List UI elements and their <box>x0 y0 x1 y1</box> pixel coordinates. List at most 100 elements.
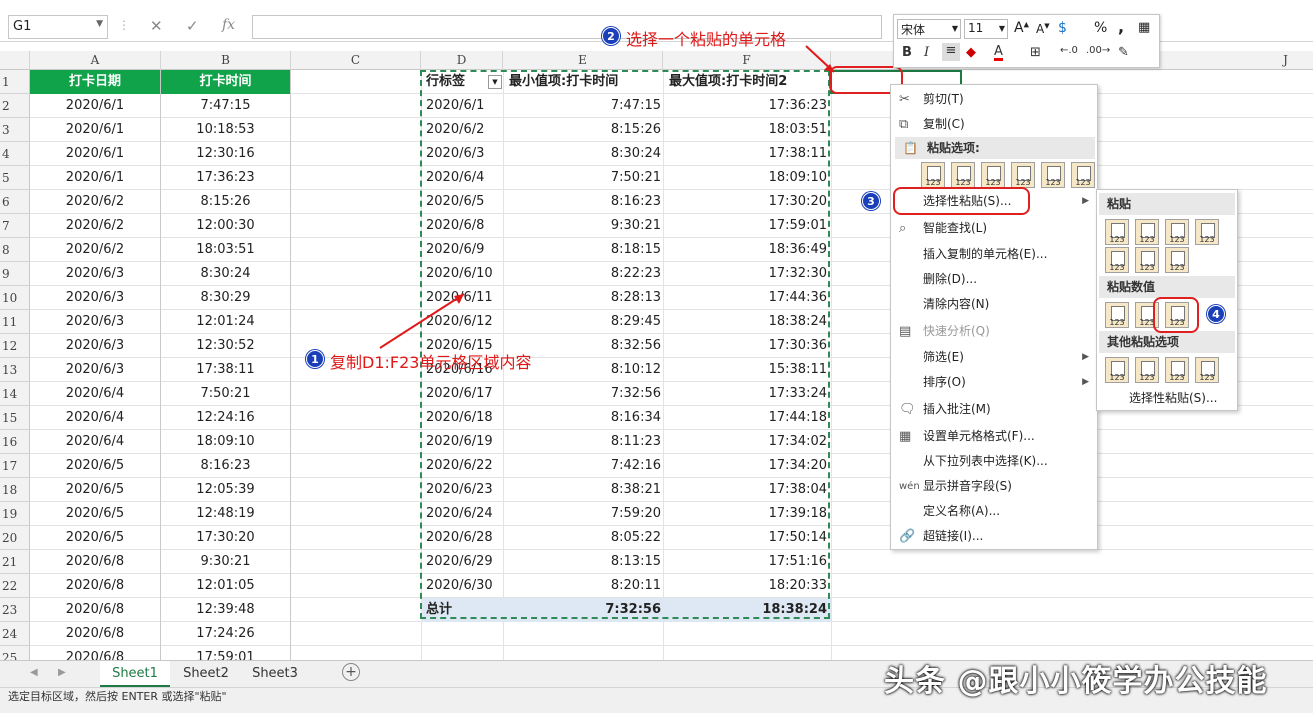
paste-link-icon[interactable]: 123 <box>1135 357 1159 383</box>
pivot-cell-date[interactable]: 2020/6/19 <box>423 430 503 454</box>
pivot-cell-max[interactable]: 17:34:02 <box>663 430 829 454</box>
cell-date[interactable]: 2020/6/3 <box>30 358 161 382</box>
pivot-cell-date[interactable]: 2020/6/11 <box>423 286 503 310</box>
row-header[interactable]: 6 <box>0 190 30 214</box>
row-header[interactable]: 13 <box>0 358 30 382</box>
pivot-cell-min[interactable]: 8:05:22 <box>503 526 663 550</box>
center-align-icon[interactable]: ≡ <box>942 43 960 61</box>
cell-time[interactable]: 8:30:29 <box>161 286 291 310</box>
pivot-cell-max[interactable]: 17:50:14 <box>663 526 829 550</box>
decrease-decimal-icon[interactable]: .00→ <box>1086 45 1110 56</box>
cell-time[interactable]: 8:16:23 <box>161 454 291 478</box>
pivot-cell-date[interactable]: 2020/6/3 <box>423 142 503 166</box>
row-header[interactable]: 18 <box>0 478 30 502</box>
pivot-cell-min[interactable]: 8:11:23 <box>503 430 663 454</box>
cell-date[interactable]: 2020/6/3 <box>30 310 161 334</box>
paste-picture-icon[interactable]: 123 <box>1165 357 1189 383</box>
format-painter-grid-icon[interactable]: ▦ <box>1138 20 1150 35</box>
row-header[interactable]: 9 <box>0 262 30 286</box>
pivot-cell-min[interactable]: 7:50:21 <box>503 166 663 190</box>
column-header-a[interactable]: A <box>30 51 161 70</box>
pivot-cell-date[interactable]: 2020/6/22 <box>423 454 503 478</box>
row-header[interactable]: 1 <box>0 70 30 94</box>
cell-date[interactable]: 2020/6/8 <box>30 598 161 622</box>
pivot-cell-date[interactable]: 2020/6/2 <box>423 118 503 142</box>
paste-linked-picture-icon[interactable]: 123 <box>1195 357 1219 383</box>
cell-date[interactable]: 2020/6/1 <box>30 142 161 166</box>
paste-col-widths-icon[interactable]: 123 <box>1135 247 1159 273</box>
menu-item-phonetic[interactable]: wén 显示拼音字段(S) <box>891 474 1097 499</box>
cell-time[interactable]: 17:59:01 <box>161 646 291 660</box>
cell-time[interactable]: 12:39:48 <box>161 598 291 622</box>
row-header[interactable]: 21 <box>0 550 30 574</box>
pivot-cell-date[interactable]: 2020/6/24 <box>423 502 503 526</box>
menu-item-pick-list[interactable]: 从下拉列表中选择(K)... <box>891 449 1097 474</box>
paste-keep-format-icon[interactable]: 123 <box>1195 219 1219 245</box>
pivot-cell-max[interactable]: 17:38:04 <box>663 478 829 502</box>
scroll-right-icon[interactable]: ▶ <box>58 667 66 678</box>
cell-date[interactable]: 2020/6/8 <box>30 646 161 660</box>
cell-date[interactable]: 2020/6/2 <box>30 238 161 262</box>
cell-date[interactable]: 2020/6/8 <box>30 622 161 646</box>
pivot-cell-max[interactable]: 18:36:49 <box>663 238 829 262</box>
row-header[interactable]: 4 <box>0 142 30 166</box>
cell-date[interactable]: 2020/6/4 <box>30 406 161 430</box>
chevron-down-icon[interactable]: ▼ <box>96 19 103 29</box>
column-header-e[interactable]: E <box>503 51 663 70</box>
row-header[interactable]: 8 <box>0 238 30 262</box>
paste-formulas-number-icon[interactable]: 123 <box>1165 219 1189 245</box>
font-size-select[interactable]: 11 ▼ <box>964 19 1008 39</box>
pivot-cell-min[interactable]: 7:47:15 <box>503 94 663 118</box>
cell-time[interactable]: 8:30:24 <box>161 262 291 286</box>
cell-time[interactable]: 17:38:11 <box>161 358 291 382</box>
pivot-cell-min[interactable]: 8:16:23 <box>503 190 663 214</box>
cell-date[interactable]: 2020/6/3 <box>30 334 161 358</box>
row-header[interactable]: 14 <box>0 382 30 406</box>
row-header[interactable]: 23 <box>0 598 30 622</box>
pivot-cell-date[interactable]: 2020/6/29 <box>423 550 503 574</box>
row-header[interactable]: 16 <box>0 430 30 454</box>
pivot-cell-min[interactable]: 8:22:23 <box>503 262 663 286</box>
bold-button[interactable]: B <box>902 45 912 60</box>
pivot-cell-max[interactable]: 18:38:24 <box>663 310 829 334</box>
cell-time[interactable]: 17:36:23 <box>161 166 291 190</box>
pivot-cell-max[interactable]: 17:38:11 <box>663 142 829 166</box>
cell-time[interactable]: 12:01:05 <box>161 574 291 598</box>
pivot-cell-min[interactable]: 8:15:26 <box>503 118 663 142</box>
row-header[interactable]: 20 <box>0 526 30 550</box>
pivot-cell-max[interactable]: 17:34:20 <box>663 454 829 478</box>
menu-item-insert-comment[interactable]: 🗨 插入批注(M) <box>891 397 1097 422</box>
cell-time[interactable]: 12:05:39 <box>161 478 291 502</box>
pivot-cell-max[interactable]: 17:36:23 <box>663 94 829 118</box>
add-sheet-icon[interactable]: + <box>342 663 360 681</box>
cell-date[interactable]: 2020/6/8 <box>30 550 161 574</box>
percent-style-icon[interactable]: % <box>1094 20 1107 36</box>
cell-time[interactable]: 10:18:53 <box>161 118 291 142</box>
menu-item-smart-lookup[interactable]: ⌕ 智能查找(L) <box>891 216 1097 241</box>
borders-icon[interactable]: ⊞ <box>1030 45 1041 60</box>
cell-time[interactable]: 12:48:19 <box>161 502 291 526</box>
pivot-cell-max[interactable]: 17:33:24 <box>663 382 829 406</box>
paste-formatting-icon[interactable]: 123 <box>1105 357 1129 383</box>
row-header[interactable]: 24 <box>0 622 30 646</box>
cell-date[interactable]: 2020/6/1 <box>30 118 161 142</box>
filter-dropdown-icon[interactable]: ▼ <box>488 75 502 89</box>
menu-item-clear[interactable]: 清除内容(N) <box>891 292 1097 317</box>
tab-sheet2[interactable]: Sheet2 <box>172 661 240 687</box>
row-header[interactable]: 2 <box>0 94 30 118</box>
pivot-cell-date[interactable]: 2020/6/28 <box>423 526 503 550</box>
pivot-cell-date[interactable]: 2020/6/18 <box>423 406 503 430</box>
pivot-cell-min[interactable]: 8:28:13 <box>503 286 663 310</box>
column-header-b[interactable]: B <box>161 51 291 70</box>
cell-time[interactable]: 12:30:52 <box>161 334 291 358</box>
cell-date[interactable]: 2020/6/4 <box>30 430 161 454</box>
tab-sheet1[interactable]: Sheet1 <box>100 661 170 687</box>
pivot-cell-date[interactable]: 2020/6/12 <box>423 310 503 334</box>
pivot-cell-max[interactable]: 17:30:36 <box>663 334 829 358</box>
row-header[interactable]: 11 <box>0 310 30 334</box>
pivot-cell-max[interactable]: 18:20:33 <box>663 574 829 598</box>
column-header-d[interactable]: D <box>421 51 503 70</box>
paste-link-icon[interactable]: 123 <box>1071 162 1095 188</box>
accounting-format-icon[interactable]: $ <box>1058 20 1067 36</box>
cell-date[interactable]: 2020/6/2 <box>30 190 161 214</box>
